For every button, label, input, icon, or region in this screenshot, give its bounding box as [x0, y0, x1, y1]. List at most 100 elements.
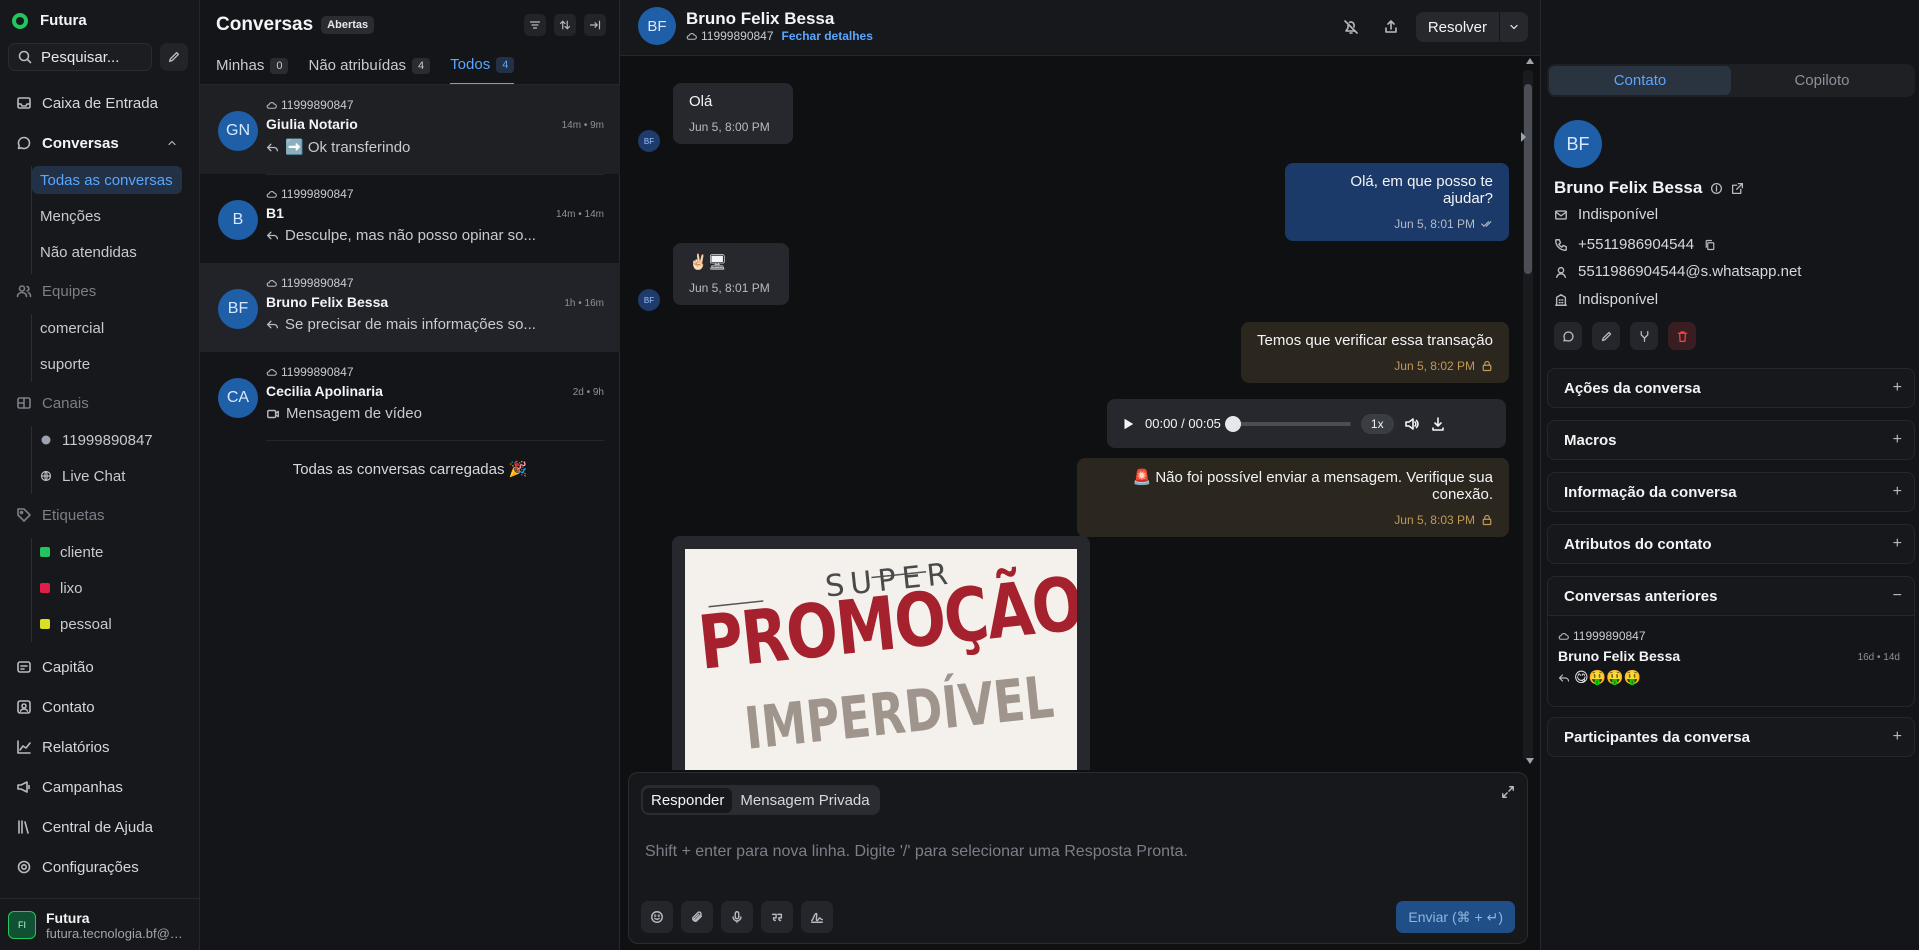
audio-seek-bar[interactable] — [1224, 415, 1351, 432]
external-link-icon[interactable] — [1731, 182, 1744, 195]
sidebar-item-label-pessoal[interactable]: pessoal — [32, 610, 120, 638]
nav-campaigns-label: Campanhas — [42, 778, 123, 796]
edit-contact-button[interactable] — [1592, 322, 1620, 350]
contact-identifier: 5511986904544@s.whatsapp.net — [1554, 263, 1801, 280]
previous-conversation-item[interactable]: 11999890847 Bruno Felix Bessa 16d • 14d … — [1547, 617, 1915, 707]
attach-button[interactable] — [681, 901, 713, 933]
expand-panel-icon[interactable] — [1521, 132, 1526, 142]
section-conversation-info[interactable]: Informação da conversa + — [1547, 472, 1915, 512]
scroll-down-arrow[interactable] — [1526, 758, 1534, 764]
section-macros[interactable]: Macros + — [1547, 420, 1915, 460]
close-details-link[interactable]: Fechar detalhes — [782, 29, 873, 43]
users-icon — [16, 285, 32, 298]
audio-seek-handle[interactable] — [1224, 415, 1241, 432]
nav-labels[interactable]: Etiquetas — [8, 499, 192, 531]
incoming-message: ✌🏻🖥 Jun 5, 8:01 PM — [673, 243, 789, 305]
nav-inbox[interactable]: Caixa de Entrada — [8, 87, 192, 119]
play-icon[interactable] — [1121, 417, 1135, 431]
tab-all[interactable]: Todos 4 — [450, 56, 515, 85]
conversation-time: 16d • 14d — [1857, 652, 1900, 663]
info-icon[interactable] — [1710, 182, 1723, 195]
user-profile[interactable]: FI Futura futura.tecnologia.bf@gmail.com — [8, 905, 194, 945]
compose-button[interactable] — [160, 43, 188, 71]
message-meta: Jun 5, 8:03 PM — [1093, 513, 1493, 527]
nav-contact[interactable]: Contato — [8, 691, 192, 723]
sort-button[interactable] — [554, 14, 576, 36]
nav-captain[interactable]: Capitão — [8, 651, 192, 683]
message-input[interactable]: Shift + enter para nova linha. Digite '/… — [645, 843, 1188, 861]
mute-button[interactable] — [1336, 12, 1366, 42]
volume-icon[interactable] — [1404, 416, 1420, 432]
record-audio-button[interactable] — [721, 901, 753, 933]
signature-button[interactable] — [801, 901, 833, 933]
resolve-dropdown[interactable] — [1500, 21, 1528, 33]
page-title: Conversas Abertas — [216, 14, 375, 36]
image-message[interactable]: SUPER PROMOÇÃO IMPERDÍVEL — [672, 536, 1090, 770]
tab-contact[interactable]: Contato — [1549, 66, 1731, 95]
conversation-item[interactable]: BF 11999890847 Bruno Felix Bessa 1h • 16… — [200, 263, 620, 352]
contact-company-value: Indisponível — [1578, 291, 1659, 308]
section-conversation-participants[interactable]: Participantes da conversa + — [1547, 717, 1915, 757]
avatar[interactable]: BF — [638, 7, 676, 45]
status-filter-badge[interactable]: Abertas — [321, 16, 375, 34]
resolve-button[interactable]: Resolver — [1415, 12, 1528, 42]
filter-button[interactable] — [524, 14, 546, 36]
chat-bubble-icon — [1562, 330, 1574, 342]
section-previous-conversations[interactable]: Conversas anteriores − — [1547, 576, 1915, 616]
tab-private-note[interactable]: Mensagem Privada — [732, 788, 877, 813]
section-conversation-actions[interactable]: Ações da conversa + — [1547, 368, 1915, 408]
sidebar-item-label-lixo[interactable]: lixo — [32, 574, 91, 602]
sidebar-item-all-conversations[interactable]: Todas as conversas — [32, 166, 182, 194]
new-message-button[interactable] — [1554, 322, 1582, 350]
chat-contact-name[interactable]: Bruno Felix Bessa — [686, 9, 834, 29]
section-contact-attributes[interactable]: Atributos do contato + — [1547, 524, 1915, 564]
tab-reply[interactable]: Responder — [643, 787, 733, 813]
scroll-up-arrow[interactable] — [1526, 58, 1534, 64]
tab-unassigned[interactable]: Não atribuídas 4 — [308, 56, 431, 85]
lock-icon — [1482, 514, 1492, 526]
collapse-button[interactable] — [584, 14, 606, 36]
sidebar-item-mentions[interactable]: Menções — [32, 202, 109, 230]
whatsapp-icon — [41, 435, 51, 445]
chat-contact-subline: 11999890847 Fechar detalhes — [686, 29, 873, 43]
sidebar-item-label-cliente[interactable]: cliente — [32, 538, 111, 566]
nav-reports[interactable]: Relatórios — [8, 731, 192, 763]
expand-composer-button[interactable] — [1501, 785, 1515, 799]
nav-teams[interactable]: Equipes — [8, 275, 192, 307]
conversation-item[interactable]: B 11999890847 B1 14m • 14m Desculpe, mas… — [200, 174, 620, 263]
channel-label: Live Chat — [62, 467, 126, 485]
contact-name: Cecilia Apolinaria — [266, 383, 383, 399]
search-input[interactable]: Pesquisar... — [8, 43, 152, 71]
pencil-icon — [1601, 331, 1611, 341]
conversation-item[interactable]: CA 11999890847 Cecilia Apolinaria 2d • 9… — [200, 352, 620, 441]
conversation-inbox: 11999890847 — [266, 365, 354, 379]
send-button[interactable]: Enviar (⌘ + ↵) — [1396, 901, 1515, 933]
sidebar-item-channel-whatsapp[interactable]: 11999890847 — [32, 426, 161, 454]
sidebar-item-unattended[interactable]: Não atendidas — [32, 238, 145, 266]
merge-contact-button[interactable] — [1630, 322, 1658, 350]
tab-count: 4 — [412, 57, 431, 74]
nav-settings[interactable]: Configurações — [8, 851, 192, 883]
scrollbar-thumb[interactable] — [1524, 84, 1532, 274]
microphone-icon — [732, 911, 742, 923]
playback-speed-button[interactable]: 1x — [1360, 413, 1394, 434]
export-button[interactable] — [1376, 12, 1406, 42]
sidebar-item-channel-livechat[interactable]: Live Chat — [32, 462, 133, 490]
tab-copilot[interactable]: Copiloto — [1731, 66, 1913, 95]
emoji-button[interactable] — [641, 901, 673, 933]
canned-response-button[interactable] — [761, 901, 793, 933]
promo-image[interactable]: SUPER PROMOÇÃO IMPERDÍVEL — [685, 549, 1077, 770]
copy-icon[interactable] — [1704, 239, 1716, 251]
nav-conversations[interactable]: Conversas — [8, 127, 192, 159]
sidebar-item-team-suporte[interactable]: suporte — [32, 350, 98, 378]
nav-channels[interactable]: Canais — [8, 387, 192, 419]
nav-help-center[interactable]: Central de Ajuda — [8, 811, 192, 843]
download-icon[interactable] — [1430, 416, 1446, 432]
sidebar-item-team-comercial[interactable]: comercial — [32, 314, 112, 342]
conversation-item[interactable]: GN 11999890847 Giulia Notario 14m • 9m ➡… — [200, 85, 620, 174]
plus-icon: + — [1892, 431, 1902, 448]
delete-contact-button[interactable] — [1668, 322, 1696, 350]
tab-mine[interactable]: Minhas 0 — [216, 56, 289, 85]
brand[interactable]: Futura — [12, 12, 87, 29]
nav-campaigns[interactable]: Campanhas — [8, 771, 192, 803]
